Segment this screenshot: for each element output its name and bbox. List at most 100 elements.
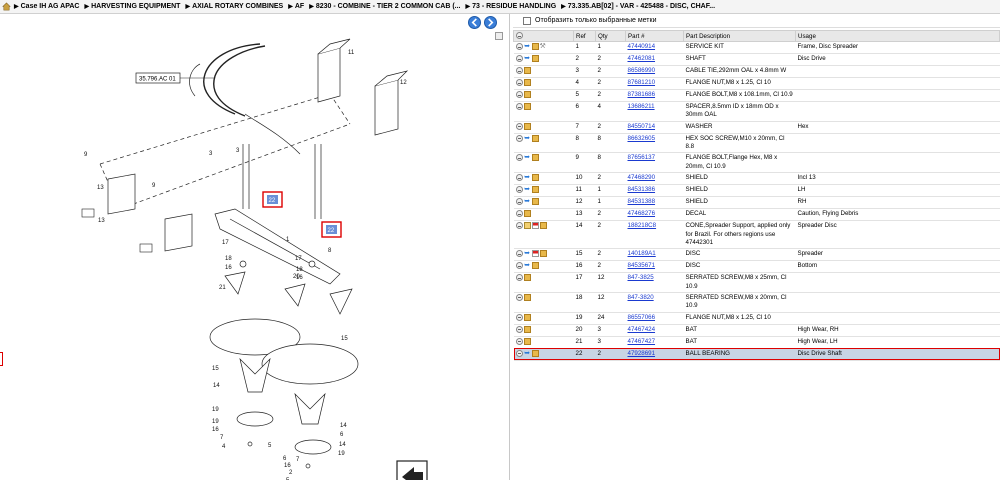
parts-row[interactable]: 3 2 86586990 CABLE TIE,292mm OAL x 4.8mm W <box>513 65 1000 78</box>
parts-row[interactable]: 21 3 47467427 BAT High Wear, LH <box>513 336 1000 349</box>
callout-label[interactable]: 19 <box>338 451 345 457</box>
package-icon[interactable] <box>523 293 531 301</box>
substitute-arrow-icon[interactable]: ➥ <box>524 186 531 193</box>
callout-label[interactable]: 18 <box>225 256 232 262</box>
part-number-link[interactable]: 13686211 <box>628 103 655 110</box>
parts-row[interactable]: ➥ 9 8 87656137 FLANGE BOLT,Flange Hex, M8 x … <box>513 152 1000 174</box>
substitute-arrow-icon[interactable]: ➥ <box>524 55 531 62</box>
part-number-link[interactable]: 47467427 <box>628 338 656 345</box>
add-to-cart-icon[interactable] <box>515 349 523 357</box>
package-icon[interactable] <box>531 134 539 142</box>
callout-label[interactable]: 17 <box>222 240 229 246</box>
parts-row[interactable]: 18 12 847-3820 SERRATED SCREW,M8 x 20mm, Cl… <box>513 292 1000 313</box>
add-to-cart-icon[interactable] <box>515 262 523 270</box>
package-icon[interactable] <box>523 337 531 345</box>
parts-row[interactable]: 6 4 13686211 SPACER,8.5mm ID x 18mm OD x 30… <box>513 101 1000 122</box>
parts-row[interactable]: 4 2 87681210 FLANGE NUT,M8 x 1.25, Cl 10 <box>513 77 1000 90</box>
callout-label[interactable]: 14 <box>340 423 347 429</box>
callout-label[interactable]: 3 <box>209 151 213 157</box>
part-number-link[interactable]: 188218C8 <box>628 222 657 229</box>
part-number-link[interactable]: 140189A1 <box>628 250 656 257</box>
note-icon[interactable] <box>523 222 531 230</box>
callout-label[interactable]: 16 <box>212 427 219 433</box>
callout-label[interactable]: 1 <box>286 237 290 243</box>
parts-row[interactable]: 5 2 87381686 FLANGE BOLT,M8 x 108.1mm, Cl 1… <box>513 89 1000 102</box>
col-header-qty[interactable]: Qty <box>595 30 626 42</box>
add-to-cart-icon[interactable] <box>515 103 523 110</box>
part-number-link[interactable]: 84531386 <box>628 186 656 193</box>
part-number-link[interactable]: 84535671 <box>628 262 656 269</box>
part-number-link[interactable]: 84550714 <box>628 123 656 130</box>
part-number-link[interactable]: 47440914 <box>628 43 656 50</box>
package-icon[interactable] <box>523 122 531 130</box>
part-number-link[interactable]: 86632605 <box>628 135 656 142</box>
callout-label[interactable]: 12 <box>400 80 407 86</box>
package-icon[interactable] <box>531 154 539 162</box>
add-to-cart-icon[interactable] <box>515 134 523 142</box>
callout-label[interactable]: 18 <box>296 267 303 273</box>
add-to-cart-icon[interactable] <box>515 79 523 86</box>
part-number-link[interactable]: 47468276 <box>628 210 656 217</box>
substitute-arrow-icon[interactable]: ➥ <box>524 174 531 181</box>
add-to-cart-icon[interactable] <box>515 325 523 333</box>
callout-label[interactable]: 9 <box>152 183 156 189</box>
callout-label[interactable]: 13 <box>97 185 104 191</box>
col-header-part[interactable]: Part # <box>625 30 684 42</box>
package-icon[interactable] <box>531 186 539 194</box>
parts-row[interactable]: ➥ 2 2 47462081 SHAFT Disc Drive <box>513 53 1000 66</box>
callout-label[interactable]: 6 <box>283 456 287 462</box>
col-header-description[interactable]: Part Description <box>683 30 796 42</box>
package-icon[interactable] <box>523 325 531 333</box>
breadcrumb-item[interactable]: 73.335.AB[02] - VAR - 425488 - DISC, CHA… <box>568 3 715 10</box>
substitute-arrow-icon[interactable]: ➥ <box>524 250 531 257</box>
callout-label[interactable]: 3 <box>236 148 240 154</box>
add-to-cart-icon[interactable] <box>515 274 523 282</box>
breadcrumb-item[interactable]: HARVESTING EQUIPMENT <box>91 3 180 10</box>
part-number-link[interactable]: 86586990 <box>628 67 656 74</box>
breadcrumb-item[interactable]: 73 - RESIDUE HANDLING <box>472 3 556 10</box>
callout-label[interactable]: 7 <box>296 457 300 463</box>
package-icon[interactable] <box>539 250 547 258</box>
parts-row[interactable]: ➥ 10 2 47468290 SHIELD Incl 13 <box>513 172 1000 186</box>
callout-label[interactable]: 16 <box>296 275 303 281</box>
navigate-icon[interactable] <box>396 460 428 480</box>
package-icon[interactable] <box>523 79 531 86</box>
add-to-cart-icon[interactable] <box>515 313 523 321</box>
col-header-usage[interactable]: Usage <box>795 30 1000 42</box>
callout-label[interactable]: 11 <box>348 50 355 56</box>
package-icon[interactable] <box>523 67 531 74</box>
flag-icon[interactable] <box>531 250 539 258</box>
add-to-cart-icon[interactable] <box>515 293 523 301</box>
part-number-link[interactable]: 87381686 <box>628 91 656 98</box>
callout-label[interactable]: 15 <box>212 366 219 372</box>
breadcrumb-item[interactable]: AF <box>295 3 304 10</box>
parts-row[interactable]: ➥ ⚒ 1 1 47440914 SERVICE KIT Frame, Disc Sprea… <box>513 41 1000 54</box>
package-icon[interactable] <box>531 55 539 62</box>
part-number-link[interactable]: 47928691 <box>628 350 656 357</box>
callout-label[interactable]: 14 <box>339 442 346 448</box>
part-number-link[interactable]: 47467424 <box>628 326 656 333</box>
add-to-cart-icon[interactable] <box>515 55 523 62</box>
add-to-cart-icon[interactable] <box>515 222 523 230</box>
callout-label[interactable]: 16 <box>284 463 291 469</box>
parts-row[interactable]: 7 2 84550714 WASHER Hex <box>513 121 1000 134</box>
breadcrumb-item[interactable]: AXIAL ROTARY COMBINES <box>192 3 283 10</box>
add-to-cart-icon[interactable] <box>515 337 523 345</box>
package-icon[interactable] <box>531 262 539 270</box>
package-icon[interactable] <box>531 43 539 50</box>
substitute-arrow-icon[interactable]: ➥ <box>524 135 531 142</box>
callout-label[interactable]: 6 <box>340 432 344 438</box>
package-icon[interactable] <box>523 210 531 218</box>
parts-row[interactable]: 17 12 847-3825 SERRATED SCREW,M8 x 25mm, Cl… <box>513 272 1000 293</box>
breadcrumb-item[interactable]: Case IH AG APAC <box>21 3 80 10</box>
parts-row[interactable]: 19 24 86557066 FLANGE NUT,M8 x 1.25, Cl 10 <box>513 312 1000 325</box>
add-to-cart-icon[interactable] <box>515 198 523 206</box>
callout-label[interactable]: 9 <box>84 152 88 158</box>
tool-icon[interactable]: ⚒ <box>540 43 547 50</box>
parts-row[interactable]: 20 3 47467424 BAT High Wear, RH <box>513 324 1000 337</box>
callout-label[interactable]: 21 <box>219 285 226 291</box>
parts-row[interactable]: ➥ 11 1 84531386 SHIELD LH <box>513 184 1000 198</box>
parts-row[interactable]: ➥ 8 8 86632605 HEX SOC SCREW,M10 x 20mm, Cl … <box>513 133 1000 154</box>
callout-label[interactable]: 17 <box>295 256 302 262</box>
add-to-cart-icon[interactable] <box>515 91 523 98</box>
